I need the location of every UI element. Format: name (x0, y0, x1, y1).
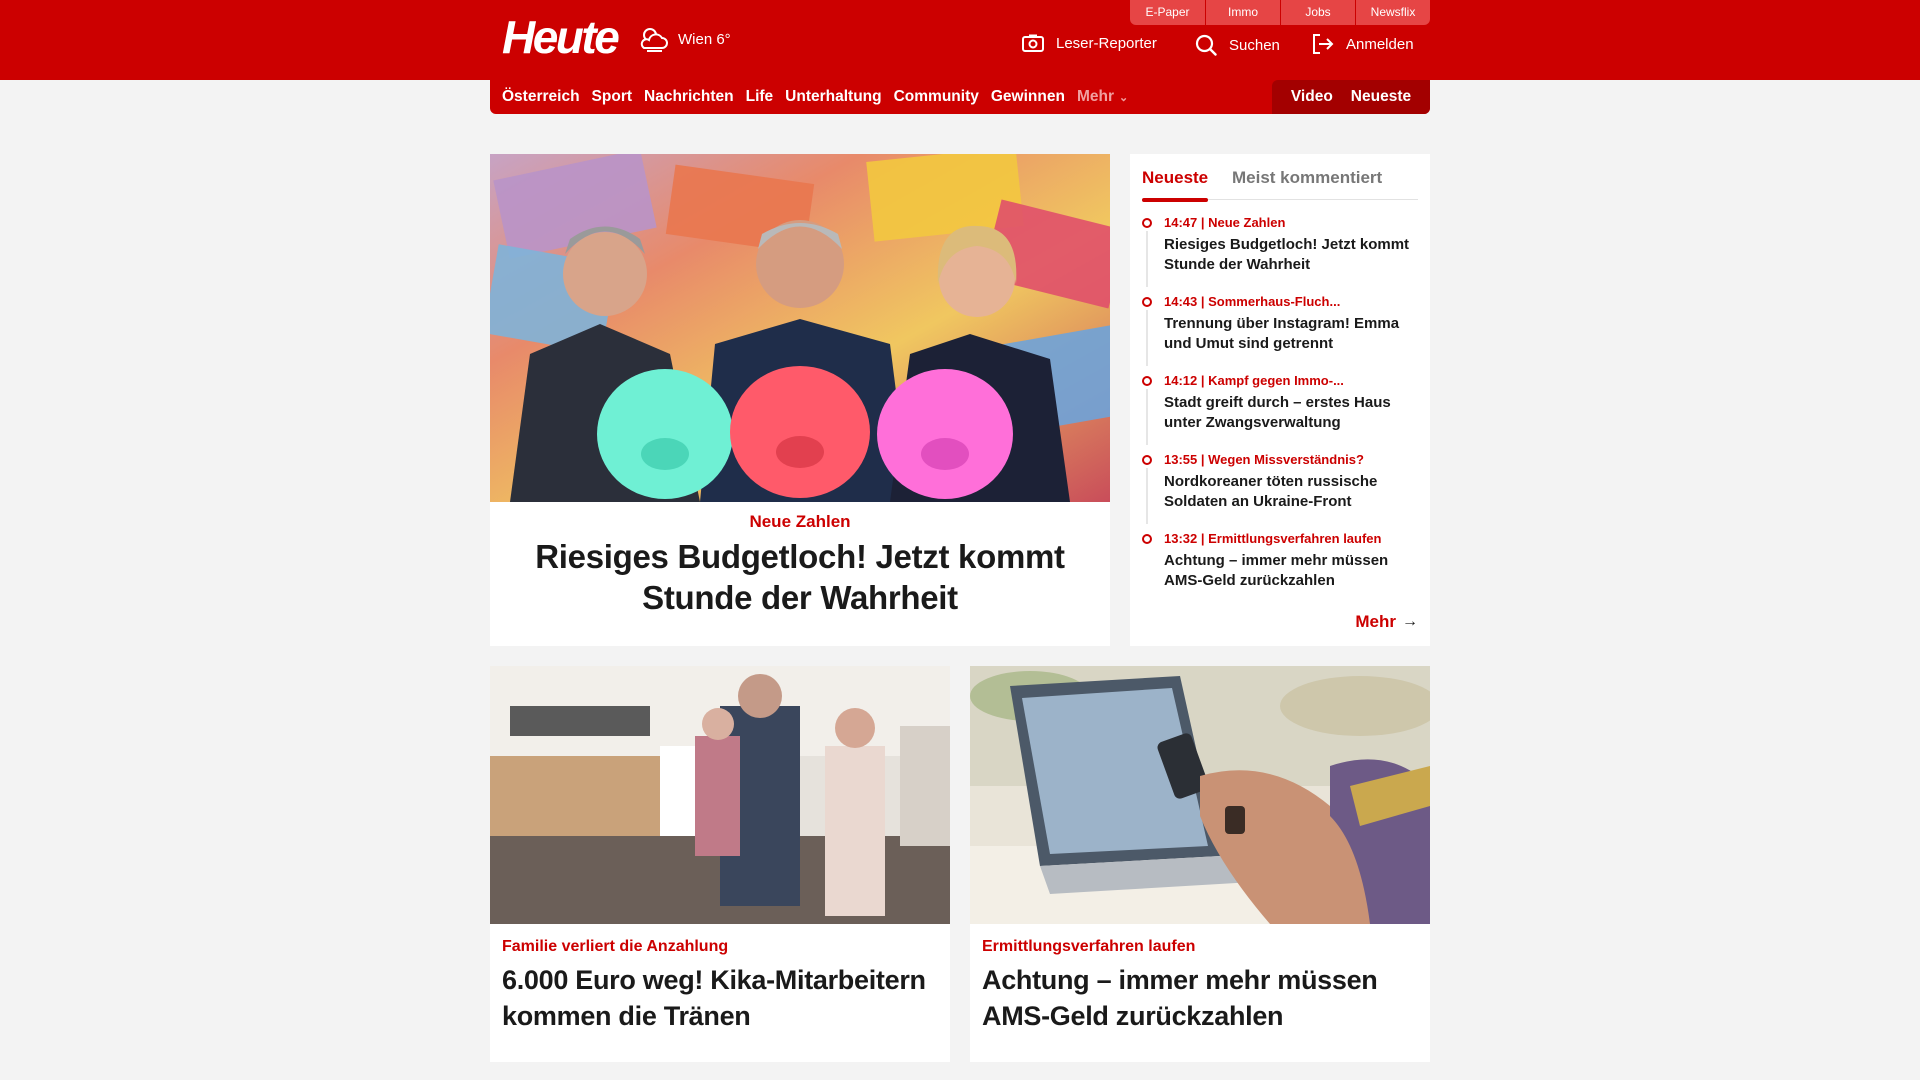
service-links: E-Paper Immo Jobs Newsflix (1130, 0, 1430, 25)
ticker-meta: 14:12 | Kampf gegen Immo-... (1164, 373, 1344, 388)
ticker-item[interactable]: 14:43 | Sommerhaus-Fluch... Trennung übe… (1142, 293, 1418, 372)
article-title[interactable]: Achtung – immer mehr müssen AMS-Geld zur… (982, 962, 1422, 1034)
article-photo (490, 666, 950, 924)
weather-label: Wien 6° (678, 30, 731, 48)
ticker-title[interactable]: Achtung – immer mehr müssen AMS-Geld zur… (1164, 551, 1418, 591)
timeline-dot (1142, 218, 1152, 228)
hero-article[interactable]: Neue Zahlen Riesiges Budgetloch! Jetzt k… (490, 154, 1110, 646)
nav-item-oesterreich[interactable]: Österreich (502, 88, 580, 106)
tab-meist-kommentiert[interactable]: Meist kommentiert (1232, 168, 1382, 188)
main-navigation: Österreich Sport Nachrichten Life Unterh… (490, 80, 1430, 114)
leser-reporter-button[interactable]: Leser-Reporter (1022, 34, 1157, 52)
nav-item-gewinnen[interactable]: Gewinnen (991, 88, 1065, 106)
service-link-newsflix[interactable]: Newsflix (1355, 0, 1430, 25)
nav-item-sport[interactable]: Sport (592, 88, 632, 106)
leser-reporter-label: Leser-Reporter (1056, 34, 1157, 52)
ticker-meta: 14:47 | Neue Zahlen (1164, 215, 1286, 230)
service-link-immo[interactable]: Immo (1205, 0, 1280, 25)
article-title[interactable]: 6.000 Euro weg! Kika-Mitarbeitern kommen… (502, 962, 942, 1034)
article-image[interactable] (970, 666, 1430, 924)
article-kicker: Ermittlungsverfahren laufen (982, 938, 1196, 955)
service-link-jobs[interactable]: Jobs (1280, 0, 1355, 25)
nav-item-nachrichten[interactable]: Nachrichten (644, 88, 734, 106)
service-link-epaper[interactable]: E-Paper (1130, 0, 1205, 25)
chevron-down-icon: ⌄ (1118, 91, 1129, 104)
timeline-line (1146, 231, 1148, 287)
hero-kicker: Neue Zahlen (749, 512, 851, 531)
arrow-right-icon: → (1402, 613, 1418, 630)
article-card[interactable]: Ermittlungsverfahren laufen Achtung – im… (970, 666, 1430, 1062)
ticker-list: 14:47 | Neue Zahlen Riesiges Budgetloch!… (1142, 214, 1418, 609)
timeline-line (1146, 310, 1148, 366)
nav-item-neueste[interactable]: Neueste (1351, 88, 1411, 106)
hero-image[interactable] (490, 154, 1110, 502)
nav-right-group: Video Neueste (1272, 80, 1430, 114)
timeline-dot (1142, 297, 1152, 307)
timeline-dot (1142, 376, 1152, 386)
nav-item-video[interactable]: Video (1291, 88, 1333, 106)
nav-item-mehr[interactable]: Mehr ⌄ (1077, 88, 1128, 106)
news-ticker-sidebar: Neueste Meist kommentiert 14:47 | Neue Z… (1130, 154, 1430, 646)
timeline-line (1146, 468, 1148, 524)
article-image[interactable] (490, 666, 950, 924)
sidebar-more-label: Mehr (1355, 612, 1396, 631)
ticker-title[interactable]: Stadt greift durch – erstes Haus unter Z… (1164, 393, 1418, 433)
login-icon (1313, 34, 1334, 54)
camera-icon (1022, 34, 1044, 52)
hero-photo (490, 154, 1110, 502)
ticker-title[interactable]: Nordkoreaner töten russische Soldaten an… (1164, 472, 1418, 512)
article-kicker: Familie verliert die Anzahlung (502, 938, 729, 955)
sidebar-tabs: Neueste Meist kommentiert (1142, 162, 1418, 202)
nav-item-community[interactable]: Community (894, 88, 979, 106)
site-logo[interactable]: Heute (502, 12, 620, 62)
ticker-item[interactable]: 13:32 | Ermittlungsverfahren laufen Acht… (1142, 530, 1418, 609)
search-button[interactable]: Suchen (1195, 34, 1280, 56)
timeline-dot (1142, 534, 1152, 544)
login-button[interactable]: Anmelden (1312, 34, 1414, 54)
search-icon (1195, 34, 1217, 56)
nav-item-life[interactable]: Life (746, 88, 774, 106)
article-photo (970, 666, 1430, 924)
top-header (0, 0, 1920, 80)
ticker-item[interactable]: 14:47 | Neue Zahlen Riesiges Budgetloch!… (1142, 214, 1418, 293)
ticker-title[interactable]: Riesiges Budgetloch! Jetzt kommt Stunde … (1164, 235, 1418, 275)
sidebar-more-link[interactable]: Mehr → (1355, 612, 1418, 632)
ticker-item[interactable]: 13:55 | Wegen Missverständnis? Nordkorea… (1142, 451, 1418, 530)
article-card[interactable]: Familie verliert die Anzahlung 6.000 Eur… (490, 666, 950, 1062)
ticker-meta: 14:43 | Sommerhaus-Fluch... (1164, 294, 1341, 309)
ticker-meta: 13:55 | Wegen Missverständnis? (1164, 452, 1364, 467)
search-label: Suchen (1229, 36, 1280, 54)
timeline-line (1146, 389, 1148, 445)
ticker-meta: 13:32 | Ermittlungsverfahren laufen (1164, 531, 1382, 546)
weather-widget[interactable]: Wien 6° (638, 26, 731, 52)
nav-item-unterhaltung[interactable]: Unterhaltung (785, 88, 881, 106)
ticker-title[interactable]: Trennung über Instagram! Emma und Umut s… (1164, 314, 1418, 354)
timeline-dot (1142, 455, 1152, 465)
nav-mehr-label: Mehr (1076, 88, 1114, 105)
nav-items: Österreich Sport Nachrichten Life Unterh… (502, 80, 1140, 114)
hero-title[interactable]: Riesiges Budgetloch! Jetzt kommt Stunde … (520, 536, 1080, 618)
login-label: Anmelden (1346, 35, 1414, 53)
ticker-item[interactable]: 14:12 | Kampf gegen Immo-... Stadt greif… (1142, 372, 1418, 451)
tab-neueste[interactable]: Neueste (1142, 168, 1209, 202)
weather-cloud-icon (640, 28, 668, 52)
